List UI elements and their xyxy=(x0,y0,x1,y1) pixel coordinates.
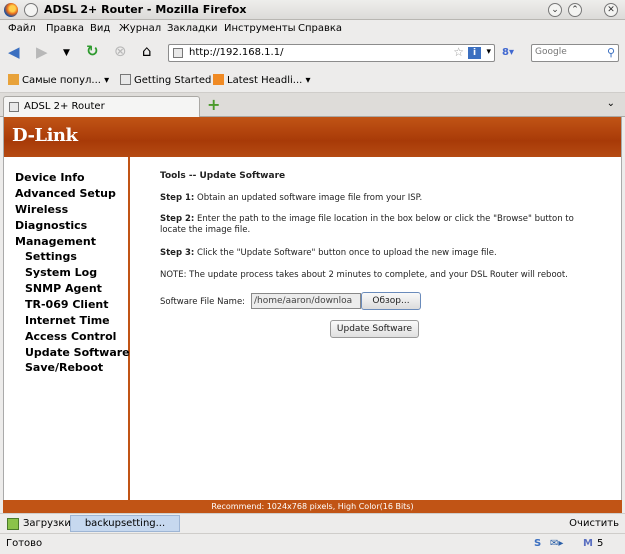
page-title: Tools -- Update Software xyxy=(160,171,286,181)
search-input[interactable] xyxy=(535,47,601,57)
sidebar-item-wireless[interactable]: Wireless xyxy=(15,203,68,216)
extension-icon[interactable]: ✉▸ xyxy=(550,538,563,549)
sidebar-item-settings[interactable]: Settings xyxy=(25,250,77,263)
menu-edit[interactable]: Правка xyxy=(46,23,84,34)
tab-list-icon[interactable]: ⌄ xyxy=(607,98,615,109)
note-text: NOTE: The update process takes about 2 m… xyxy=(160,270,568,280)
back-button[interactable]: ◀ xyxy=(8,43,20,61)
software-file-label: Software File Name: xyxy=(160,297,246,307)
reload-button[interactable]: ↻ xyxy=(86,42,99,60)
sidebar-item-tr069-client[interactable]: TR-069 Client xyxy=(25,298,109,311)
firefox-icon xyxy=(4,3,18,17)
search-box[interactable]: ⚲ xyxy=(531,44,619,62)
search-engine-icon[interactable]: 8▾ xyxy=(502,47,526,61)
url-text: http://192.168.1.1/ xyxy=(189,47,284,58)
downloads-label: Загрузки xyxy=(23,518,71,529)
tab-page-icon xyxy=(9,102,19,112)
browse-button[interactable]: Обзор... xyxy=(361,292,421,310)
menu-file[interactable]: Файл xyxy=(8,23,36,34)
menu-bookmarks[interactable]: Закладки xyxy=(167,23,218,34)
sidebar-item-access-control[interactable]: Access Control xyxy=(25,330,116,343)
tab-adsl-router[interactable]: ADSL 2+ Router xyxy=(3,96,200,117)
update-software-button[interactable]: Update Software xyxy=(330,320,419,338)
folder-icon xyxy=(8,74,19,85)
window-title: ADSL 2+ Router - Mozilla Firefox xyxy=(44,3,247,16)
page-info-icon[interactable]: i xyxy=(468,47,481,59)
home-button[interactable]: ⌂ xyxy=(142,42,152,60)
url-bar[interactable]: http://192.168.1.1/ ☆ i ▾ xyxy=(168,44,495,62)
sidebar-item-management[interactable]: Management xyxy=(15,235,96,248)
new-tab-icon[interactable]: + xyxy=(207,95,220,114)
download-item[interactable]: backupsetting... xyxy=(70,515,180,532)
page-icon xyxy=(120,74,131,85)
dlink-banner: D-Link xyxy=(4,117,621,157)
step-1-text: Step 1: Obtain an updated software image… xyxy=(160,193,423,203)
close-button[interactable]: ✕ xyxy=(604,3,618,17)
dlink-logo: D-Link xyxy=(12,125,78,146)
mail-icon[interactable]: M xyxy=(583,538,593,549)
history-dropdown-icon[interactable]: ▼ xyxy=(63,44,70,62)
rss-icon xyxy=(213,74,224,85)
sidebar-nav: Device Info Advanced Setup Wireless Diag… xyxy=(4,157,130,500)
maximize-button[interactable]: ⌃ xyxy=(568,3,582,17)
sidebar-item-diagnostics[interactable]: Diagnostics xyxy=(15,219,87,232)
menu-tools[interactable]: Инструменты xyxy=(224,23,296,34)
step-3-text: Step 3: Click the "Update Software" butt… xyxy=(160,248,497,258)
sidebar-item-system-log[interactable]: System Log xyxy=(25,266,97,279)
forward-button[interactable]: ▶ xyxy=(36,43,48,61)
tab-strip: ADSL 2+ Router + ⌄ xyxy=(0,93,625,117)
stop-button[interactable]: ⊗ xyxy=(114,42,127,60)
tab-label: ADSL 2+ Router xyxy=(24,101,105,112)
minimize-button[interactable]: ⌄ xyxy=(548,3,562,17)
status-bar: Готово S ✉▸ M 5 xyxy=(0,533,625,554)
menu-bar: Файл Правка Вид Журнал Закладки Инструме… xyxy=(0,20,625,39)
sidebar-item-save-reboot[interactable]: Save/Reboot xyxy=(25,361,103,374)
mail-count: 5 xyxy=(597,538,604,549)
menu-view[interactable]: Вид xyxy=(90,23,110,34)
bookmark-getting-started[interactable]: Getting Started xyxy=(120,74,211,86)
menu-help[interactable]: Справка xyxy=(298,23,342,34)
web-content: D-Link Device Info Advanced Setup Wirele… xyxy=(3,117,622,500)
main-panel: Tools -- Update Software Step 1: Obtain … xyxy=(160,157,605,500)
download-icon xyxy=(7,518,19,530)
sidebar-item-snmp-agent[interactable]: SNMP Agent xyxy=(25,282,102,295)
sidebar-item-update-software[interactable]: Update Software xyxy=(25,346,130,359)
window-menu-icon[interactable] xyxy=(24,3,38,17)
search-icon[interactable]: ⚲ xyxy=(607,46,615,59)
step-2-text: Step 2: Enter the path to the image file… xyxy=(160,214,574,235)
recommend-footer: Recommend: 1024x768 pixels, High Color(1… xyxy=(3,500,622,513)
bookmark-star-icon[interactable]: ☆ xyxy=(453,45,464,59)
menu-history[interactable]: Журнал xyxy=(119,23,161,34)
status-text: Готово xyxy=(6,538,43,549)
navigation-toolbar: ◀ ▶ ▼ ↻ ⊗ ⌂ http://192.168.1.1/ ☆ i ▾ 8▾… xyxy=(0,39,625,67)
sidebar-item-internet-time[interactable]: Internet Time xyxy=(25,314,110,327)
url-dropdown-icon[interactable]: ▾ xyxy=(486,47,491,57)
clear-downloads-button[interactable]: Очистить xyxy=(569,518,619,529)
site-icon xyxy=(173,48,183,58)
bookmarks-toolbar: Самые попул... ▾ Getting Started Latest … xyxy=(0,67,625,93)
software-file-input[interactable]: /home/aaron/downloa xyxy=(251,293,361,309)
bookmark-most-visited[interactable]: Самые попул... ▾ xyxy=(8,74,109,86)
sidebar-item-advanced-setup[interactable]: Advanced Setup xyxy=(15,187,116,200)
title-bar: ADSL 2+ Router - Mozilla Firefox ⌄ ⌃ ✕ xyxy=(0,0,625,20)
skype-icon[interactable]: S xyxy=(534,538,541,549)
downloads-bar: Загрузки backupsetting... Очистить xyxy=(0,513,625,533)
sidebar-item-device-info[interactable]: Device Info xyxy=(15,171,85,184)
bookmark-latest-headlines[interactable]: Latest Headli... ▾ xyxy=(213,74,311,86)
